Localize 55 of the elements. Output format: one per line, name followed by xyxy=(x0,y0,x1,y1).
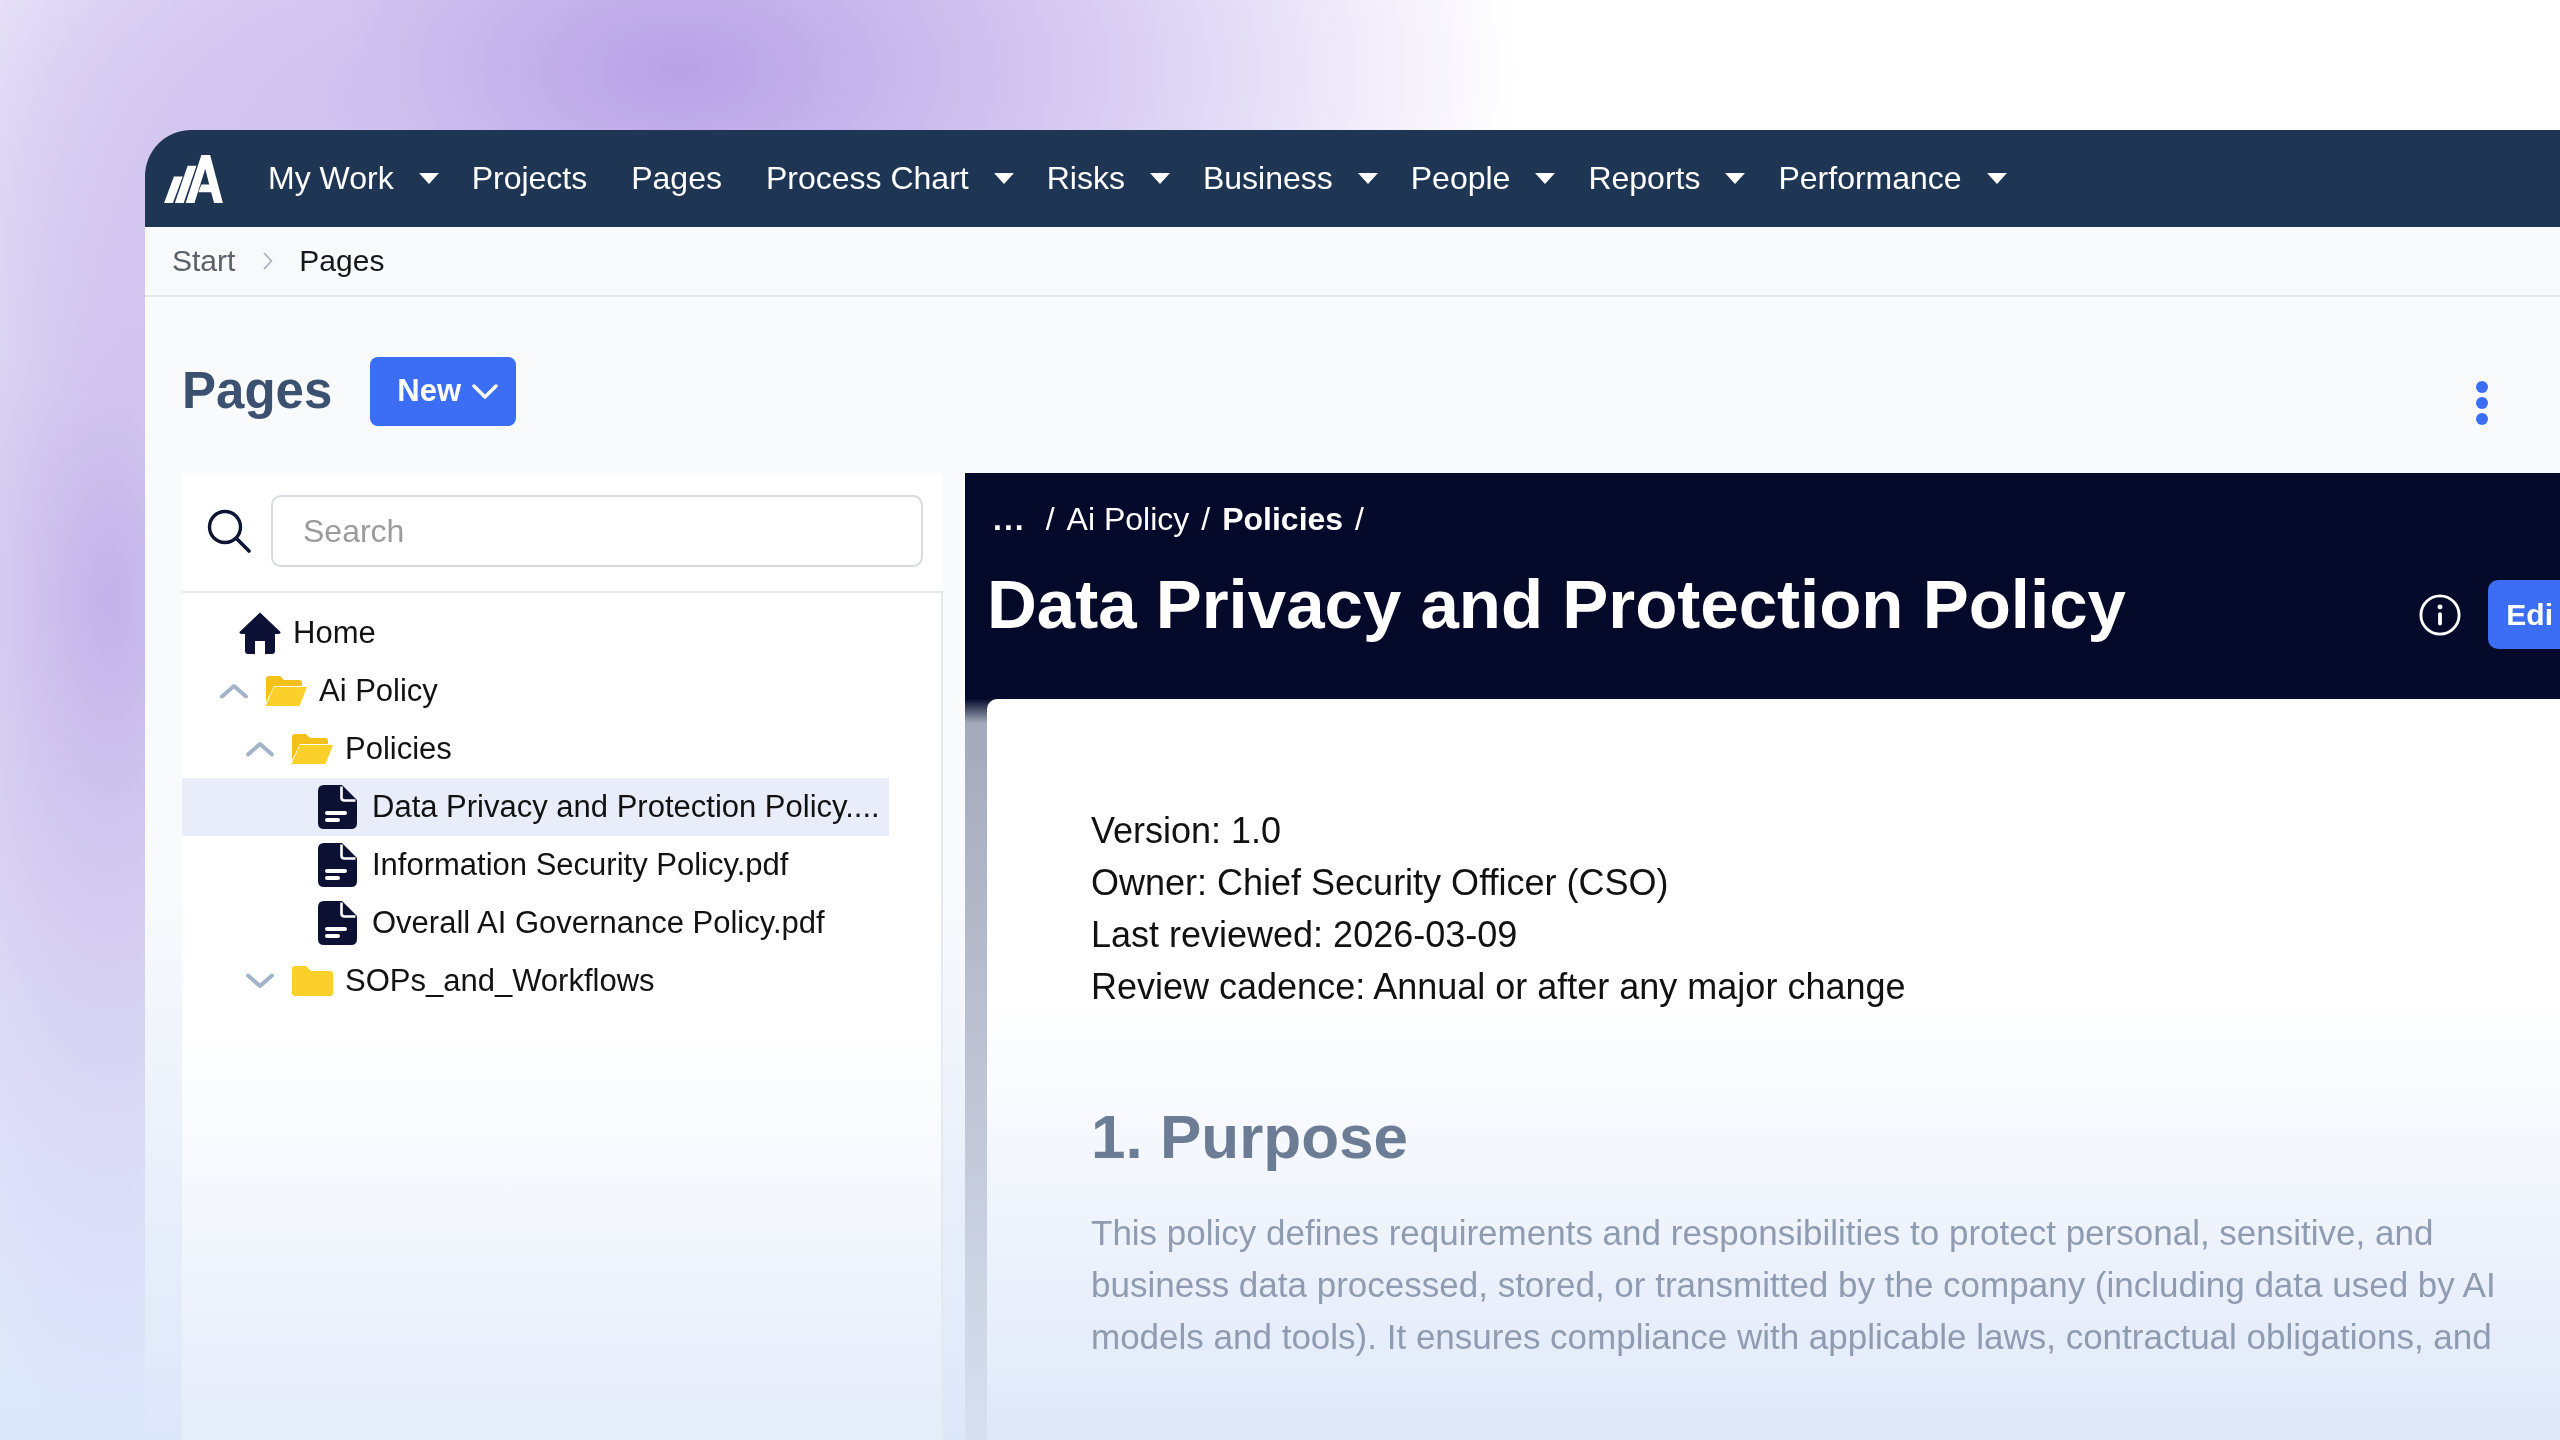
metadata-line: Version: 1.0 xyxy=(1091,809,1283,853)
tree-item[interactable]: Ai Policy xyxy=(182,662,889,720)
tree-item[interactable]: Information Security Policy.pdf xyxy=(182,836,889,894)
breadcrumb-separator: / xyxy=(1201,500,1211,539)
document-icon xyxy=(318,785,358,829)
logo-icon[interactable] xyxy=(164,154,223,203)
new-button[interactable]: New xyxy=(370,356,516,426)
folder-icon xyxy=(290,965,334,997)
metadata-line: Last reviewed: 2026-03-09 xyxy=(1091,913,1519,957)
caret-down-icon xyxy=(1986,173,2007,184)
caret-down-icon xyxy=(1357,173,1378,184)
tree-item[interactable]: Home xyxy=(182,604,889,662)
info-icon[interactable] xyxy=(2419,593,2462,636)
search-icon xyxy=(207,509,251,553)
document-title: Data Privacy and Protection Policy xyxy=(987,564,2126,645)
document-icon xyxy=(318,901,358,945)
nav-menu-item[interactable]: Business xyxy=(1202,160,1378,197)
metadata-line: Owner: Chief Security Officer (CSO) xyxy=(1091,861,1670,905)
chevron-right-icon xyxy=(263,252,274,270)
nav-menu-item[interactable]: Performance xyxy=(1778,160,2007,197)
breadcrumb-current: Policies xyxy=(1222,500,1344,539)
section-heading: 1. Purpose xyxy=(1091,1101,1409,1173)
breadcrumb-link[interactable]: Ai Policy xyxy=(1066,499,1190,539)
breadcrumb-current: Pages xyxy=(299,244,385,278)
more-options-icon[interactable] xyxy=(2476,381,2488,425)
tree-item[interactable]: Data Privacy and Protection Policy.... xyxy=(182,778,889,836)
nav-link[interactable]: Pages xyxy=(631,160,722,197)
folder-open-icon xyxy=(264,675,308,707)
tree-item[interactable]: Overall AI Governance Policy.pdf xyxy=(182,894,889,952)
page-title: Pages xyxy=(182,361,333,421)
nav-menu-item[interactable]: My Work xyxy=(268,160,439,197)
search-field[interactable]: Search xyxy=(271,495,923,567)
nav-link[interactable]: Projects xyxy=(471,160,588,197)
caret-down-icon xyxy=(418,173,439,184)
nav-menu-item[interactable]: Process Chart xyxy=(765,160,1014,197)
breadcrumb-separator: / xyxy=(1045,500,1055,539)
caret-down-icon xyxy=(1725,173,1746,184)
breadcrumb-link[interactable]: Start xyxy=(172,244,236,278)
body-text: This policy defines requirements and responsibilities to protect personal, sensitive, and business data processed, stored, or transmitted by the company (including data used by AI models and tools). It ensures compliance with applicable laws, contractual obligations, and xyxy=(1091,1212,2497,1358)
caret-down-icon xyxy=(1149,173,1170,184)
tree-item[interactable]: SOPs_and_Workflows xyxy=(182,952,889,1010)
home-icon xyxy=(238,611,282,655)
nav-menu-item[interactable]: People xyxy=(1410,160,1556,197)
metadata-line: Review cadence: Annual or after any major change xyxy=(1091,965,1907,1009)
breadcrumb-link[interactable]: ... xyxy=(993,499,1026,539)
caret-down-icon xyxy=(1535,173,1556,184)
document-icon xyxy=(318,843,358,887)
edit-button[interactable]: Edi xyxy=(2488,580,2560,649)
nav-menu-item[interactable]: Reports xyxy=(1588,160,1746,197)
tree-item[interactable]: Policies xyxy=(182,720,889,778)
caret-down-icon xyxy=(993,173,1014,184)
folder-open-icon xyxy=(290,733,334,765)
nav-menu-item[interactable]: Risks xyxy=(1046,160,1170,197)
breadcrumb-separator: / xyxy=(1355,500,1364,539)
chevron-down-icon xyxy=(472,383,498,399)
